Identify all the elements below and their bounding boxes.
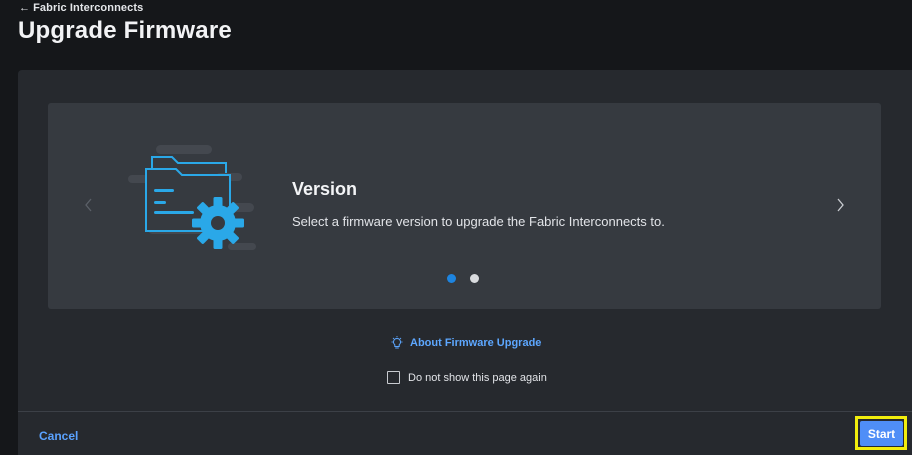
cancel-button[interactable]: Cancel (39, 429, 78, 443)
chevron-right-icon (837, 198, 844, 212)
dont-show-again-label: Do not show this page again (408, 371, 547, 384)
footer-divider (18, 411, 912, 412)
arrow-left-icon: ← (19, 1, 31, 14)
back-link-fabric-interconnects[interactable]: ← Fabric Interconnects (19, 2, 143, 14)
lightbulb-icon (391, 336, 403, 349)
upgrade-firmware-page: ← Fabric Interconnects Upgrade Firmware (0, 0, 912, 455)
slide-description: Select a firmware version to upgrade the… (292, 214, 665, 229)
dont-show-again-option: Do not show this page again (387, 371, 547, 384)
about-firmware-upgrade-link[interactable]: About Firmware Upgrade (390, 336, 541, 350)
carousel-prev-button[interactable] (80, 196, 98, 214)
page-title: Upgrade Firmware (18, 17, 232, 44)
chevron-left-icon (85, 198, 92, 212)
folder-gear-icon (128, 143, 268, 255)
slide-title: Version (292, 179, 358, 199)
intro-carousel: Version Select a firmware version to upg… (48, 103, 881, 309)
wizard-panel: Version Select a firmware version to upg… (18, 70, 912, 455)
dont-show-again-checkbox[interactable] (387, 371, 400, 384)
back-link-label: Fabric Interconnects (33, 2, 144, 14)
carousel-dot-1[interactable] (447, 274, 456, 283)
carousel-pagination (447, 274, 479, 283)
carousel-next-button[interactable] (831, 196, 849, 214)
carousel-dot-2[interactable] (470, 274, 479, 283)
about-firmware-upgrade-label: About Firmware Upgrade (410, 337, 542, 349)
start-button[interactable]: Start (860, 421, 903, 446)
